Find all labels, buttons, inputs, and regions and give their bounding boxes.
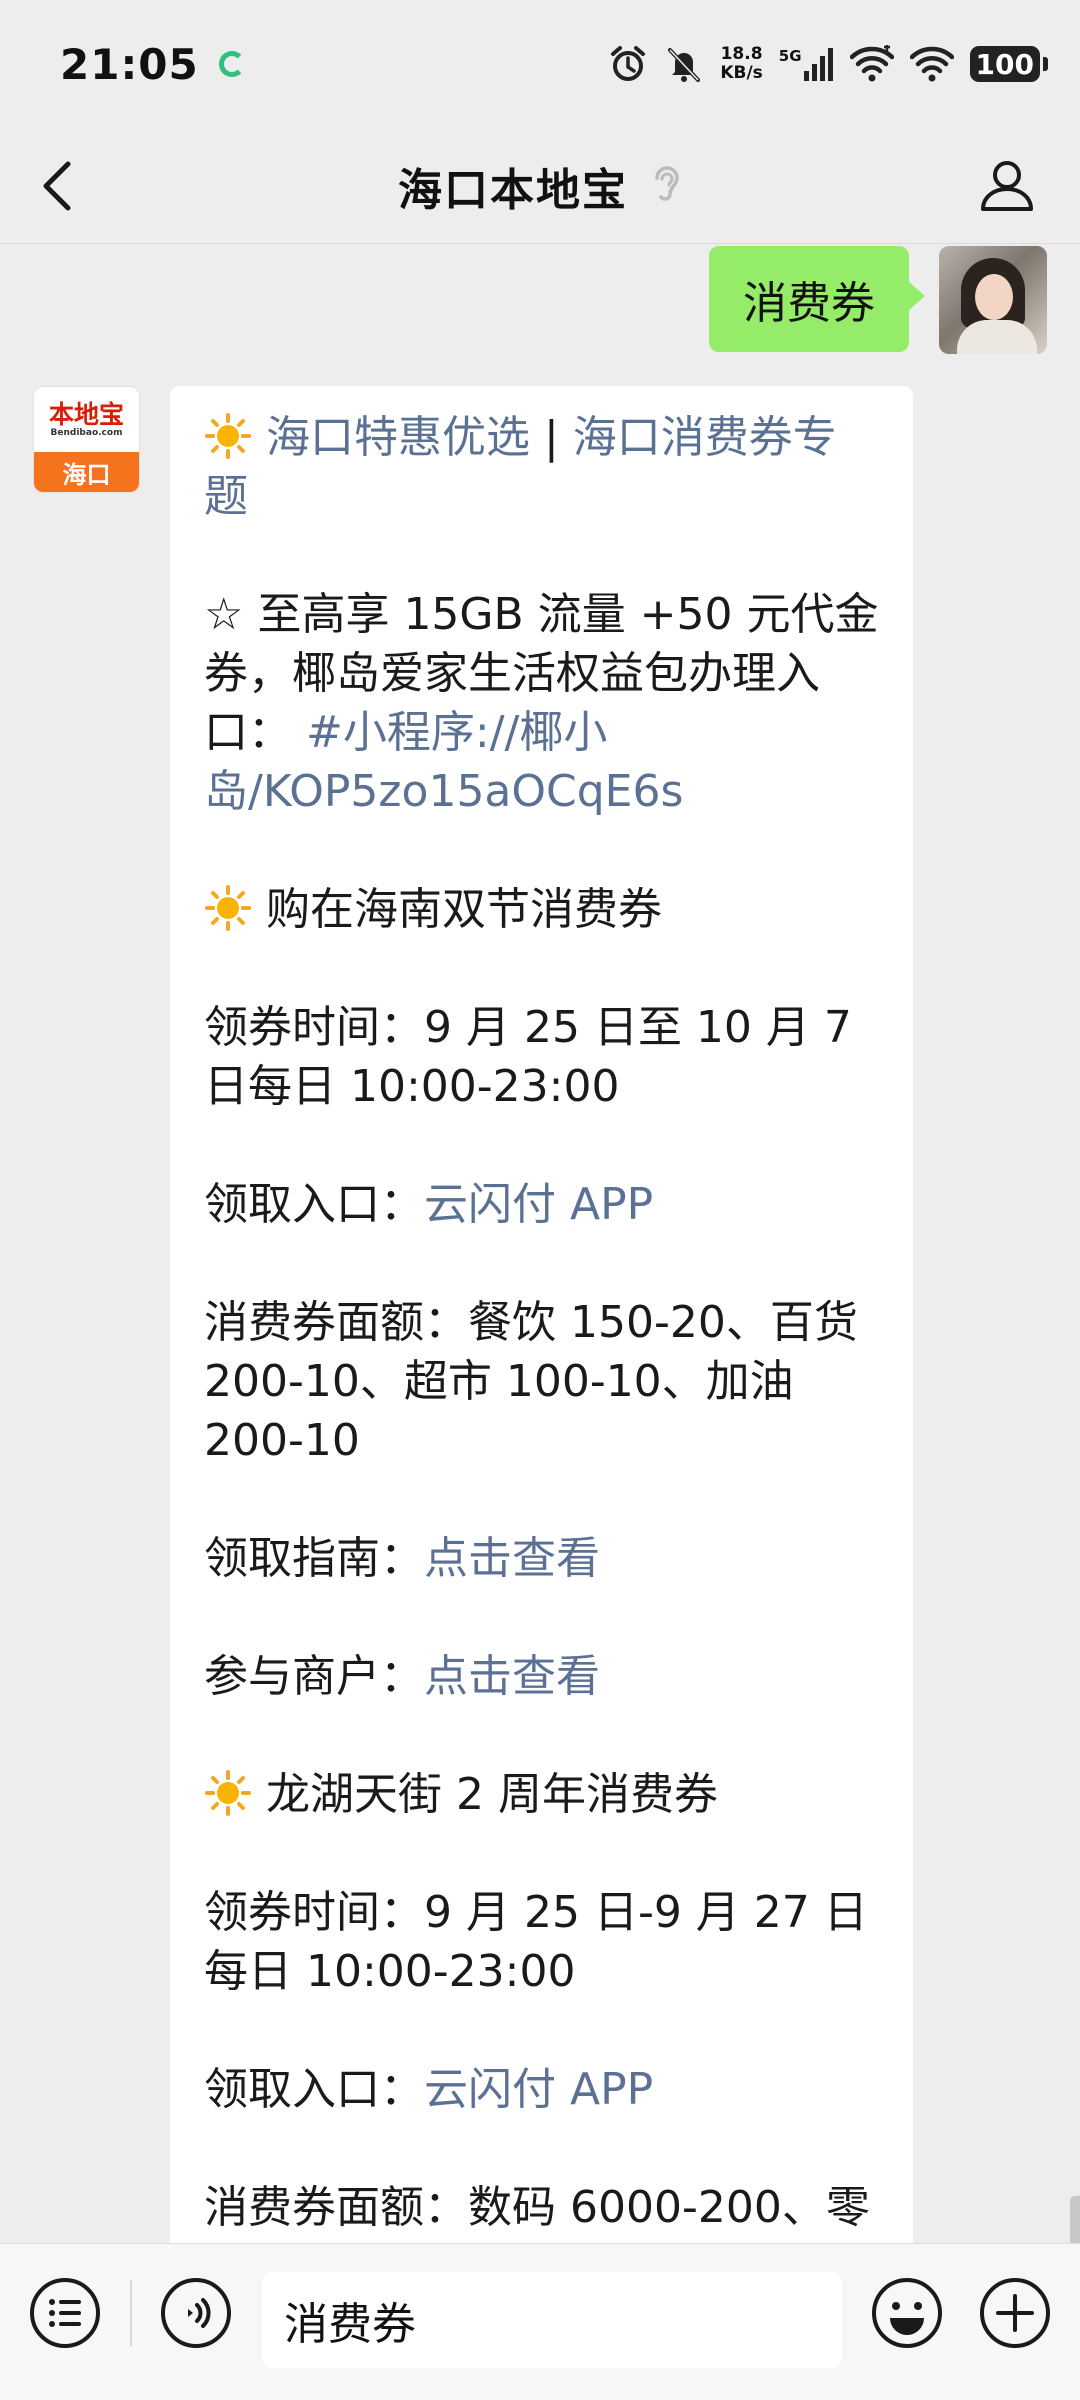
input-divider	[130, 2280, 132, 2346]
back-button[interactable]	[38, 154, 98, 218]
received-message-row: 本地宝 Bendibao.com 海口 海口特惠优选 | 海口消费券专题 ☆ 至…	[33, 386, 913, 2243]
mute-bell-icon	[664, 44, 704, 84]
section1-guide: 领取指南：点击查看	[204, 1529, 879, 1588]
profile-button[interactable]	[972, 150, 1042, 220]
section1-entry: 领取入口：云闪付 APP	[204, 1175, 879, 1234]
battery-indicator: 100	[969, 46, 1049, 82]
section1-title-text: 购在海南双节消费券	[266, 884, 662, 935]
app-notification-icon	[218, 51, 245, 77]
wifi-icon	[849, 45, 894, 83]
sent-message-row: 消费券	[709, 246, 1047, 354]
net-speed: 18.8 KB/s	[720, 45, 762, 83]
user-avatar[interactable]	[939, 246, 1047, 354]
status-bar: 21:05 18.8 KB/s 5G 100	[0, 0, 1080, 128]
net-speed-value: 18.8	[720, 44, 763, 64]
section2-value-label: 消费券面额：	[204, 2182, 468, 2233]
section1-value-label: 消费券面额：	[204, 1297, 468, 1348]
section1-guide-link[interactable]: 点击查看	[424, 1533, 600, 1584]
alarm-icon	[608, 44, 648, 84]
section2-title: 龙湖天街 2 周年消费券	[204, 1765, 879, 1824]
bot-avatar[interactable]: 本地宝 Bendibao.com 海口	[33, 386, 140, 493]
section2-title-text: 龙湖天街 2 周年消费券	[266, 1769, 718, 1820]
section2-time: 领券时间：9 月 25 日-9 月 27 日每日 10:00-23:00	[204, 1883, 879, 2001]
received-message-bubble[interactable]: 海口特惠优选 | 海口消费券专题 ☆ 至高享 15GB 流量 +50 元代金券，…	[170, 386, 913, 2243]
emoji-button[interactable]	[868, 2274, 946, 2352]
chevron-left-icon	[43, 161, 71, 211]
section1-time: 领券时间：9 月 25 日至 10 月 7 日每日 10:00-23:00	[204, 998, 879, 1116]
more-button[interactable]	[976, 2274, 1054, 2352]
net-speed-unit: KB/s	[720, 63, 763, 83]
avatar-body	[957, 320, 1037, 354]
section1-guide-label: 领取指南：	[204, 1533, 424, 1584]
scrollbar[interactable]	[1070, 2196, 1080, 2243]
message-input-text: 消费券	[284, 2299, 416, 2350]
status-time: 21:05	[60, 39, 199, 89]
section1-merchant-label: 参与商户：	[204, 1651, 424, 1702]
section2-entry: 领取入口：云闪付 APP	[204, 2060, 879, 2119]
nav-bar: 海口本地宝	[0, 128, 1080, 244]
sent-message-bubble[interactable]: 消费券	[709, 246, 925, 352]
list-icon	[30, 2278, 100, 2348]
message-title: 海口特惠优选 | 海口消费券专题	[204, 408, 879, 526]
sent-message-text: 消费券	[743, 278, 875, 329]
bot-avatar-logo: 本地宝 Bendibao.com	[34, 387, 139, 452]
section1-entry-label: 领取入口：	[204, 1179, 424, 1230]
wifi-2-icon	[909, 45, 954, 83]
section2-value: 消费券面额：数码 6000-200、零	[204, 2178, 879, 2237]
smiley-icon	[872, 2278, 942, 2348]
promo-paragraph: ☆ 至高享 15GB 流量 +50 元代金券，椰岛爱家生活权益包办理入口： #小…	[204, 585, 879, 821]
chat-area[interactable]: 消费券 本地宝 Bendibao.com 海口 海口特惠优选 | 海口消费券专题…	[0, 244, 1080, 2243]
menu-button[interactable]	[26, 2274, 104, 2352]
nav-title-group: 海口本地宝	[398, 154, 682, 218]
sun-icon	[205, 413, 251, 459]
bot-logo-sub: Bendibao.com	[50, 427, 123, 438]
special-offers-link[interactable]: 海口特惠优选	[266, 412, 530, 463]
section1-merchant: 参与商户：点击查看	[204, 1647, 879, 1706]
star-icon: ☆	[204, 589, 244, 640]
sun-icon	[205, 885, 251, 931]
bot-avatar-city: 海口	[34, 452, 139, 492]
ear-icon	[650, 162, 682, 210]
section1-entry-link[interactable]: 云闪付 APP	[424, 1179, 653, 1230]
signal-icon: 5G	[779, 47, 834, 81]
section2-value-text: 数码 6000-200、零	[468, 2182, 870, 2233]
plus-circle-icon	[980, 2278, 1050, 2348]
avatar-face	[975, 274, 1013, 320]
network-type: 5G	[778, 47, 802, 65]
sun-icon	[205, 1770, 251, 1816]
section2-entry-label: 领取入口：	[204, 2064, 424, 2115]
title-separator: |	[530, 412, 573, 463]
section1-title: 购在海南双节消费券	[204, 880, 879, 939]
voice-button[interactable]	[157, 2274, 235, 2352]
message-input[interactable]: 消费券	[262, 2272, 842, 2368]
bot-logo-text: 本地宝	[48, 399, 124, 429]
page-title: 海口本地宝	[398, 164, 628, 216]
section2-time-label: 领券时间：	[204, 1887, 424, 1938]
person-icon	[981, 161, 1033, 211]
section1-merchant-link[interactable]: 点击查看	[424, 1651, 600, 1702]
status-icons: 18.8 KB/s 5G 100	[608, 44, 1049, 84]
section2-entry-link[interactable]: 云闪付 APP	[424, 2064, 653, 2115]
voice-icon	[161, 2278, 231, 2348]
section1-value: 消费券面额：餐饮 150-20、百货 200-10、超市 100-10、加油 2…	[204, 1293, 879, 1470]
input-bar: 消费券	[0, 2243, 1080, 2400]
section1-time-label: 领券时间：	[204, 1002, 424, 1053]
